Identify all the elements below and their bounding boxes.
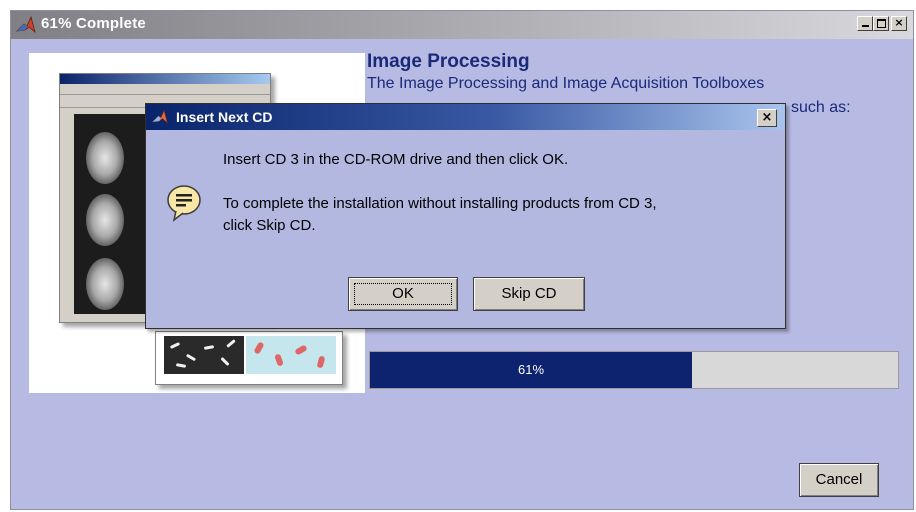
brain-slice-image xyxy=(86,258,124,310)
product-description: The Image Processing and Image Acquisiti… xyxy=(367,75,765,92)
installer-title: 61% Complete xyxy=(41,15,146,32)
close-icon: × xyxy=(761,110,773,125)
maximize-button[interactable] xyxy=(873,16,889,31)
dialog-message: To complete the installation without ins… xyxy=(223,195,657,212)
installer-titlebar[interactable]: 61% Complete × xyxy=(11,11,913,39)
dialog-message: Insert CD 3 in the CD-ROM drive and then… xyxy=(223,151,569,168)
brain-slice-image xyxy=(86,194,124,246)
matlab-logo-icon xyxy=(151,109,168,124)
dialog-close-button[interactable]: × xyxy=(757,109,777,127)
maximize-icon xyxy=(876,19,886,28)
dialog-title: Insert Next CD xyxy=(176,109,273,125)
cancel-button[interactable]: Cancel xyxy=(799,463,879,497)
insert-cd-dialog: Insert Next CD × Insert CD 3 in the CD-R… xyxy=(145,103,786,329)
progress-percent-label: 61% xyxy=(517,362,545,377)
minimize-button[interactable] xyxy=(857,16,873,31)
minimize-icon xyxy=(861,25,869,27)
product-description-continued: such as: xyxy=(791,99,851,116)
brain-slice-image xyxy=(86,132,124,184)
preview-titlebar xyxy=(60,74,270,84)
speech-bubble-info-icon xyxy=(167,185,201,222)
matlab-logo-icon xyxy=(15,15,36,34)
close-button[interactable]: × xyxy=(891,16,907,31)
install-progress-bar: 61% xyxy=(369,351,899,389)
dialog-titlebar[interactable]: Insert Next CD × xyxy=(146,104,785,130)
close-icon: × xyxy=(894,16,904,29)
stained-cells-image xyxy=(246,336,336,374)
preview-menubar xyxy=(60,84,270,95)
sample-images-preview xyxy=(155,331,343,385)
rice-grains-image xyxy=(164,336,244,374)
dialog-message: click Skip CD. xyxy=(223,217,316,234)
ok-button-label: OK xyxy=(392,285,414,302)
product-title: Image Processing xyxy=(367,51,530,72)
skip-cd-button[interactable]: Skip CD xyxy=(473,277,585,311)
ok-button[interactable]: OK xyxy=(348,277,458,311)
